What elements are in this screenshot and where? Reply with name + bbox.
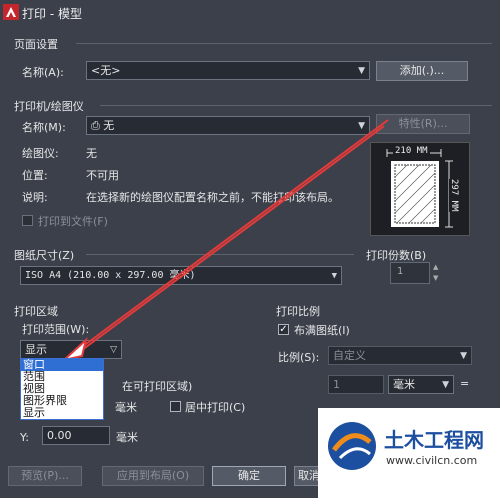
- arrow-head-icon: [60, 337, 88, 362]
- print-dialog: 打印 - 模型 页面设置 名称(A): <无> ▼ 添加(.)... 打印机/绘…: [0, 0, 500, 498]
- watermark-url: www.civilcn.com: [386, 454, 478, 467]
- dropdown-option-display[interactable]: 显示: [21, 407, 103, 419]
- plot-range-dropdown[interactable]: 窗口 范围 视图 图形界限 显示: [20, 358, 104, 420]
- arrow-line-2: [73, 125, 385, 357]
- watermark: 土木工程网 www.civilcn.com: [318, 408, 500, 498]
- watermark-name: 土木工程网: [384, 428, 484, 452]
- civilcn-logo-icon: [328, 422, 376, 470]
- arrow-line-1: [77, 119, 389, 351]
